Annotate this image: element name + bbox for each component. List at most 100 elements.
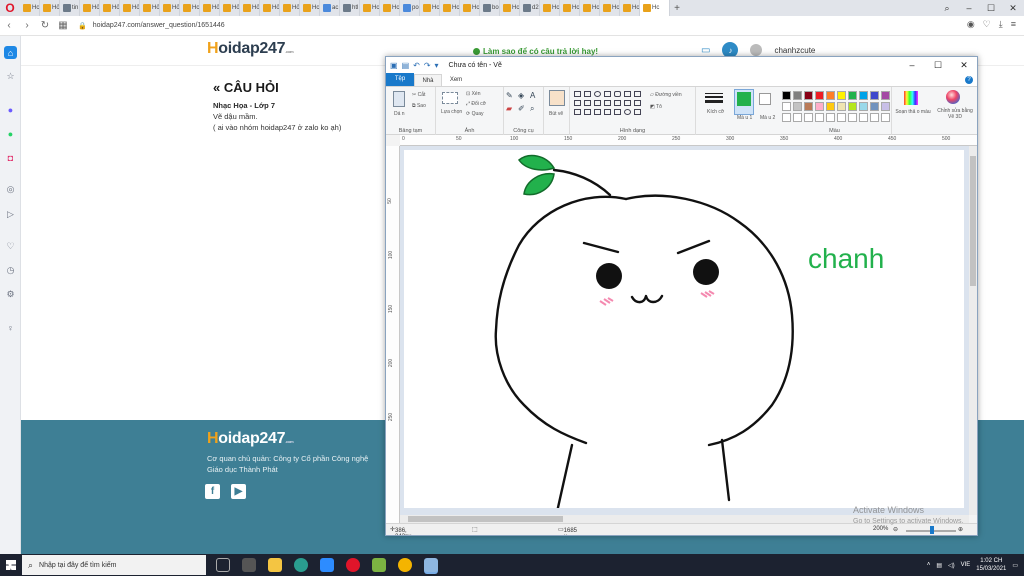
browser-tab[interactable]: Hỏ <box>240 0 260 16</box>
shape-star6-icon[interactable] <box>604 109 611 115</box>
tab-home[interactable]: Nhà <box>414 74 442 86</box>
zoom-out-button[interactable]: ⊖ <box>893 526 898 533</box>
browser-tab[interactable]: po <box>400 0 420 16</box>
shape-right-triangle-icon[interactable] <box>574 100 581 106</box>
drawing-canvas[interactable]: chanh <box>404 150 964 514</box>
palette-custom-swatch[interactable] <box>848 113 857 122</box>
select-button[interactable]: Lựa chọn <box>441 109 462 115</box>
shape-rect-icon[interactable] <box>604 91 611 97</box>
messenger-icon[interactable]: ● <box>4 103 17 116</box>
shape-curve-icon[interactable] <box>584 91 591 97</box>
send-icon[interactable]: ▷ <box>4 208 17 221</box>
shape-star5-icon[interactable] <box>594 109 601 115</box>
chrome-icon[interactable] <box>398 558 412 572</box>
lock-icon[interactable]: 🔒 <box>78 22 87 30</box>
browser-tab[interactable]: d2 <box>520 0 540 16</box>
palette-custom-swatch[interactable] <box>793 113 802 122</box>
browser-tab[interactable]: Hc <box>500 0 520 16</box>
star-icon[interactable]: ☆ <box>4 70 17 83</box>
brush-icon[interactable] <box>549 90 565 106</box>
chevron-up-icon[interactable]: ˄ <box>927 562 931 568</box>
zoom-icon[interactable] <box>320 558 334 572</box>
browser-tab[interactable]: Hc <box>180 0 200 16</box>
undo-icon[interactable]: ↶ <box>413 61 420 70</box>
notifications-icon[interactable]: ▭ <box>1012 562 1018 569</box>
network-icon[interactable]: ▤ <box>936 562 942 569</box>
browser-tab[interactable]: Hc <box>540 0 560 16</box>
palette-swatch[interactable] <box>804 91 813 100</box>
maximize-icon[interactable]: ☐ <box>925 57 951 74</box>
shape-diamond-icon[interactable] <box>584 100 591 106</box>
settings-icon[interactable]: ⚙ <box>4 288 17 301</box>
back-button[interactable]: ‹ <box>0 20 18 31</box>
browser-tab[interactable]: bo <box>480 0 500 16</box>
browser-tab[interactable]: tin <box>60 0 80 16</box>
forward-button[interactable]: › <box>18 20 36 31</box>
palette-swatch[interactable] <box>881 91 890 100</box>
maximize-icon[interactable]: ☐ <box>980 0 1002 16</box>
palette-swatch[interactable] <box>859 102 868 111</box>
minimize-icon[interactable]: – <box>899 57 925 74</box>
edit-colors-icon[interactable] <box>904 91 918 105</box>
palette-swatch[interactable] <box>782 91 791 100</box>
copy-button[interactable]: ⧉ Sao <box>412 103 426 109</box>
shape-down-arrow-icon[interactable] <box>574 109 581 115</box>
avatar[interactable] <box>750 44 763 56</box>
browser-tab[interactable]: ac <box>320 0 340 16</box>
speed-dial-icon[interactable]: ▦ <box>54 20 72 31</box>
whatsapp-icon[interactable]: ● <box>4 127 17 140</box>
shape-triangle-icon[interactable] <box>634 91 641 97</box>
paint-taskbar-icon[interactable] <box>424 558 438 572</box>
browser-tab[interactable]: Hỏ <box>220 0 240 16</box>
task-view-icon[interactable] <box>216 558 230 572</box>
paste-icon[interactable] <box>393 91 405 107</box>
language-indicator[interactable]: VIE <box>961 562 971 568</box>
calculator-icon[interactable] <box>242 558 256 572</box>
browser-tab[interactable]: Hc <box>360 0 380 16</box>
palette-custom-swatch[interactable] <box>837 113 846 122</box>
shape-star4-icon[interactable] <box>584 109 591 115</box>
edit-colors-button[interactable]: Soạn thả o màu <box>895 109 931 115</box>
browser-tab[interactable]: Hỏ <box>80 0 100 16</box>
browser-tab[interactable]: Hỏ <box>40 0 60 16</box>
file-explorer-icon[interactable] <box>268 558 282 572</box>
rotate-button[interactable]: ⟳ Quay <box>466 111 484 117</box>
download-icon[interactable]: ⤓ <box>999 19 1003 30</box>
text-icon[interactable]: A <box>530 91 535 100</box>
color2-button[interactable] <box>759 93 771 105</box>
fill-bucket-icon[interactable]: ◈ <box>518 91 524 100</box>
fill-button[interactable]: ◩ Tô <box>650 104 662 110</box>
palette-swatch[interactable] <box>837 102 846 111</box>
minimize-icon[interactable]: – <box>958 0 980 16</box>
browser-tab[interactable]: Hc <box>560 0 580 16</box>
palette-swatch[interactable] <box>815 91 824 100</box>
palette-custom-swatch[interactable] <box>782 113 791 122</box>
volume-icon[interactable]: ◁) <box>948 562 955 569</box>
color1-button[interactable] <box>734 89 754 115</box>
palette-swatch[interactable] <box>870 102 879 111</box>
chat-icon[interactable]: ▭ <box>701 45 710 56</box>
heart-icon[interactable]: ♡ <box>4 240 17 253</box>
browser-tab[interactable]: Hỏ <box>280 0 300 16</box>
tips-icon[interactable]: ♀ <box>4 321 17 334</box>
close-icon[interactable]: ✕ <box>951 57 977 74</box>
resize-button[interactable]: ⤢ Đổi cỡ <box>466 101 486 107</box>
shape-heart-icon[interactable] <box>624 109 631 115</box>
browser-tab[interactable]: Hc <box>20 0 40 16</box>
tab-file[interactable]: Tệp <box>386 73 414 86</box>
palette-swatch[interactable] <box>881 102 890 111</box>
history-icon[interactable]: ◷ <box>4 264 17 277</box>
shape-line-icon[interactable] <box>574 91 581 97</box>
size-button[interactable]: Kích cỡ <box>707 109 724 115</box>
footer-logo[interactable]: Hoidap247.com <box>207 430 294 448</box>
shape-hexagon-icon[interactable] <box>604 100 611 106</box>
palette-custom-swatch[interactable] <box>815 113 824 122</box>
horizontal-scrollbar-thumb[interactable] <box>408 516 563 522</box>
shape-rounded-rect-icon[interactable] <box>614 91 621 97</box>
browser-tab[interactable]: Hỏ <box>140 0 160 16</box>
palette-swatch[interactable] <box>826 102 835 111</box>
palette-swatch[interactable] <box>859 91 868 100</box>
shape-up-arrow-icon[interactable] <box>634 100 641 106</box>
browser-tab[interactable]: Hỏ <box>160 0 180 16</box>
canvas-workarea[interactable]: chanh <box>400 146 969 515</box>
